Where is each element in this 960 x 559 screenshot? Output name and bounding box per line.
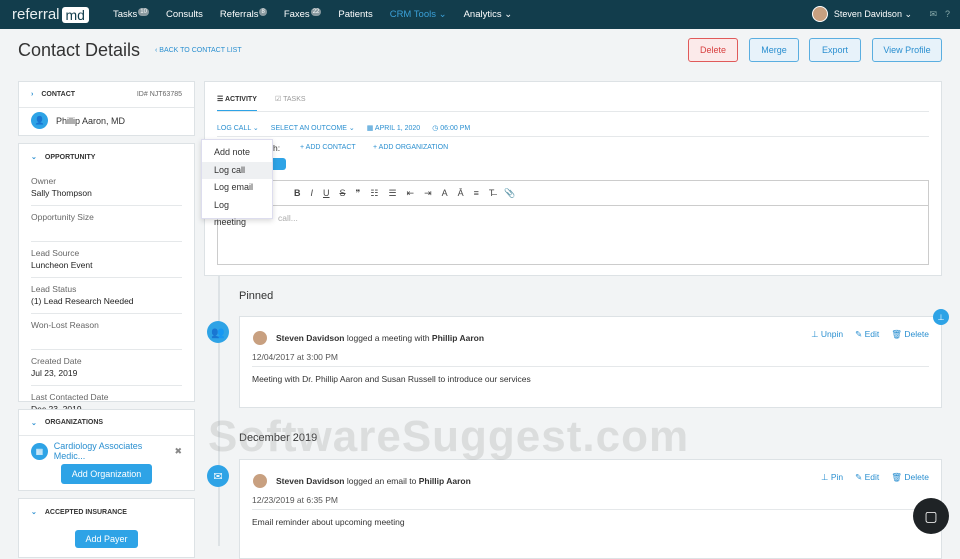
menu-log-meeting[interactable]: Log meeting — [202, 197, 272, 228]
organizations-card: ⌄ ORGANIZATIONS ▦ Cardiology Associates M… — [18, 409, 195, 491]
nav-referrals[interactable]: Referrals 8 — [220, 7, 267, 20]
add-organization-link[interactable]: + ADD ORGANIZATION — [373, 144, 448, 151]
logo[interactable]: referral md — [12, 6, 89, 23]
activity-panel: ☰ ACTIVITY ☑ TASKS LOG CALL ⌄ SELECT AN … — [204, 81, 942, 276]
bold-icon[interactable]: B — [294, 188, 301, 198]
building-icon: ▦ — [31, 442, 48, 460]
log-type-menu: Add note Log call Log email Log meeting — [201, 139, 273, 228]
italic-icon[interactable]: I — [311, 188, 314, 198]
tab-activity[interactable]: ☰ ACTIVITY — [217, 95, 257, 112]
strike-icon[interactable]: S — [340, 188, 346, 198]
author-avatar — [252, 473, 268, 489]
editor-toolbar: BIU S ❞ ☷ ☰ ⇤ ⇥ AĀ ≡ T̶ 📎 — [218, 181, 928, 206]
contact-name: Phillip Aaron, MD — [56, 115, 126, 126]
avatar — [811, 6, 828, 22]
ordered-list-icon[interactable]: ☷ — [370, 188, 378, 199]
bullet-list-icon[interactable]: ☰ — [388, 188, 396, 199]
organization-link[interactable]: Cardiology Associates Medic... — [54, 441, 175, 461]
clear-format-icon[interactable]: T̶ — [489, 188, 495, 198]
edit-button[interactable]: ✎ Edit — [855, 329, 879, 340]
contact-header[interactable]: › CONTACT ID# NJT63785 — [19, 82, 194, 108]
add-organization-button[interactable]: Add Organization — [61, 464, 152, 484]
indent-icon[interactable]: ⇥ — [424, 188, 432, 199]
nav-consults[interactable]: Consults — [166, 9, 203, 20]
menu-log-call[interactable]: Log call — [202, 161, 272, 179]
watermark: SoftwareSuggest.com — [208, 412, 690, 461]
email-icon: ✉ — [207, 465, 229, 487]
text-color-icon[interactable]: A — [442, 188, 448, 198]
outcome-dropdown[interactable]: SELECT AN OUTCOME ⌄ — [271, 124, 355, 132]
date-picker[interactable]: ▦ APRIL 1, 2020 — [367, 124, 420, 132]
person-icon: 👤 — [31, 112, 48, 129]
organizations-header[interactable]: ⌄ ORGANIZATIONS — [19, 410, 194, 436]
export-button[interactable]: Export — [809, 38, 861, 62]
delete-button[interactable]: Delete — [688, 38, 738, 62]
underline-icon[interactable]: U — [323, 188, 330, 198]
chat-button[interactable]: ▢ — [913, 498, 949, 534]
pinned-heading: Pinned — [239, 290, 274, 302]
edit-button[interactable]: ✎ Edit — [855, 472, 879, 483]
menu-add-note[interactable]: Add note — [202, 144, 272, 162]
nav-tasks[interactable]: Tasks 10 — [113, 7, 149, 20]
top-nav: referral md Tasks 10 Consults Referrals 8 F… — [0, 0, 960, 29]
attach-icon[interactable]: 📎 — [504, 188, 515, 199]
log-type-dropdown[interactable]: LOG CALL ⌄ — [217, 124, 259, 132]
pin-button[interactable]: ⊥ Pin — [821, 472, 843, 483]
contact-card: › CONTACT ID# NJT63785 👤 Phillip Aaron, MD — [18, 81, 195, 136]
nav-patients[interactable]: Patients — [338, 9, 372, 20]
insurance-card: ⌄ ACCEPTED INSURANCE Add Payer — [18, 498, 195, 558]
menu-log-email[interactable]: Log email — [202, 179, 272, 197]
user-menu[interactable]: Steven Davidson ⌄ — [811, 6, 912, 22]
email-entry: Steven Davidson logged an email to Phill… — [239, 459, 942, 559]
back-to-contact-list[interactable]: ‹ BACK TO CONTACT LIST — [155, 47, 242, 54]
nav-faxes[interactable]: Faxes 22 — [284, 7, 322, 20]
align-icon[interactable]: ≡ — [474, 188, 479, 198]
author-avatar — [252, 330, 268, 346]
page-title: Contact Details — [18, 40, 141, 60]
nav-crm-tools[interactable]: CRM Tools ⌄ — [390, 9, 447, 20]
mail-icon[interactable]: ✉ — [929, 9, 937, 20]
help-icon[interactable]: ? — [945, 9, 950, 20]
pin-icon: ⊥ — [933, 309, 949, 325]
highlight-icon[interactable]: Ā — [458, 188, 464, 198]
outdent-icon[interactable]: ⇤ — [407, 188, 415, 199]
delete-entry-button[interactable]: 🗑 Delete — [891, 472, 929, 483]
meeting-icon: 👥 — [207, 321, 229, 343]
opportunity-header[interactable]: ⌄ OPPORTUNITY — [19, 144, 194, 170]
note-editor: BIU S ❞ ☷ ☰ ⇤ ⇥ AĀ ≡ T̶ 📎 call... — [217, 180, 929, 265]
remove-icon[interactable]: ✖ — [174, 446, 182, 457]
quote-icon[interactable]: ❞ — [356, 188, 361, 199]
add-payer-button[interactable]: Add Payer — [75, 530, 138, 548]
nav-analytics[interactable]: Analytics ⌄ — [464, 9, 513, 20]
delete-entry-button[interactable]: 🗑 Delete — [891, 329, 929, 340]
pinned-entry: Steven Davidson logged a meeting with Ph… — [239, 316, 942, 408]
add-contact-link[interactable]: + ADD CONTACT — [300, 144, 356, 151]
note-input[interactable]: call... — [218, 206, 928, 230]
unpin-button[interactable]: ⊥ Unpin — [811, 329, 843, 340]
time-picker[interactable]: ◷ 06:00 PM — [432, 124, 470, 132]
tab-tasks[interactable]: ☑ TASKS — [275, 95, 306, 103]
insurance-header[interactable]: ⌄ ACCEPTED INSURANCE — [19, 499, 194, 525]
opportunity-card: ⌄ OPPORTUNITY Owner Sally Thompson Opportu… — [18, 143, 195, 414]
merge-button[interactable]: Merge — [749, 38, 799, 62]
view-profile-button[interactable]: View Profile — [872, 38, 942, 62]
